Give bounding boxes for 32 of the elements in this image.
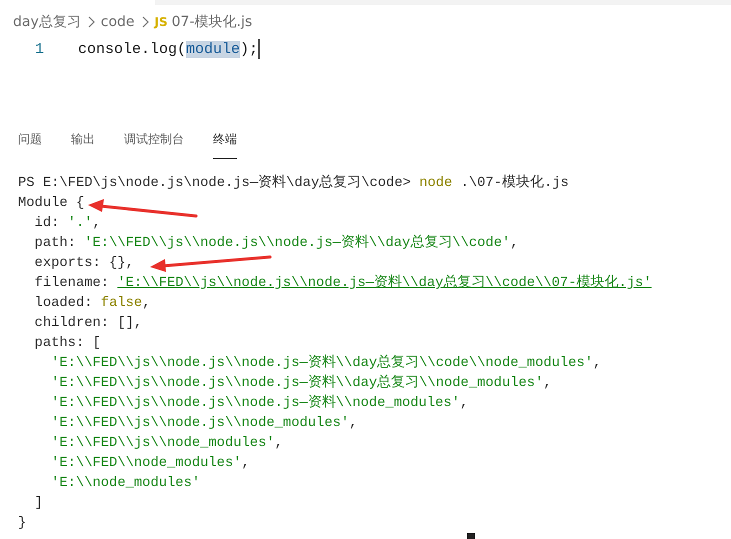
breadcrumb-item[interactable]: 07-模块化.js — [172, 13, 252, 31]
terminal-line: Module { — [18, 195, 84, 213]
terminal-line: 'E:\\FED\\js\\node.js\\node.js—资料\\day总复习\\code\\node_modules', — [51, 354, 602, 373]
terminal-line: path: 'E:\\FED\\js\\node.js\\node.js—资料\\day总复习\\code', — [34, 234, 519, 253]
terminal-line: paths: [ — [34, 335, 101, 353]
panel-tab[interactable]: 输出 — [71, 125, 95, 159]
terminal-line: 'E:\\FED\\js\\node.js\\node.js—资料\\day总复习\\node_modules', — [51, 374, 552, 393]
chevron-icon — [140, 16, 149, 28]
text-cursor — [258, 39, 260, 59]
terminal-line: loaded: false, — [34, 295, 150, 313]
terminal-line: id: '.', — [34, 215, 101, 233]
file-path-link[interactable]: 'E:\\FED\\js\\node.js\\node.js—资料\\day总复习\\code\\07-模块化.js' — [117, 276, 652, 291]
terminal-text: filename: — [34, 276, 110, 291]
terminal-line: 'E:\\FED\\js\\node.js\\node.js—资料\\node_modules', — [51, 394, 468, 413]
terminal-line: PS E:\FED\js\node.js\node.js—资料\day总复习\code> node .\07-模块化.js — [18, 174, 569, 193]
chevron-icon — [86, 16, 95, 28]
terminal-line: exports: {}, — [34, 255, 134, 273]
line-number: 1 — [34, 40, 45, 58]
terminal-line: 'E:\\node_modules' — [51, 475, 200, 493]
panel-tab[interactable]: 终端 — [213, 125, 237, 159]
terminal-line: } — [18, 515, 26, 533]
panel-tab[interactable]: 问题 — [18, 125, 42, 159]
terminal-line: children: [], — [34, 315, 142, 333]
code-line: console.log(module); — [78, 40, 258, 58]
breadcrumb-item[interactable]: code — [100, 14, 135, 30]
terminal-line: 'E:\\FED\\node_modules', — [51, 455, 250, 473]
file-type-icon: JS — [154, 15, 168, 29]
terminal-line: 'E:\\FED\\js\\node.js\\node_modules', — [51, 415, 358, 433]
panel-tab[interactable]: 调试控制台 — [124, 125, 184, 159]
breadcrumb-item[interactable]: day总复习 — [13, 13, 81, 31]
terminal-line: ] — [34, 495, 43, 513]
terminal-line: 'E:\\FED\\js\\node_modules', — [51, 435, 283, 453]
